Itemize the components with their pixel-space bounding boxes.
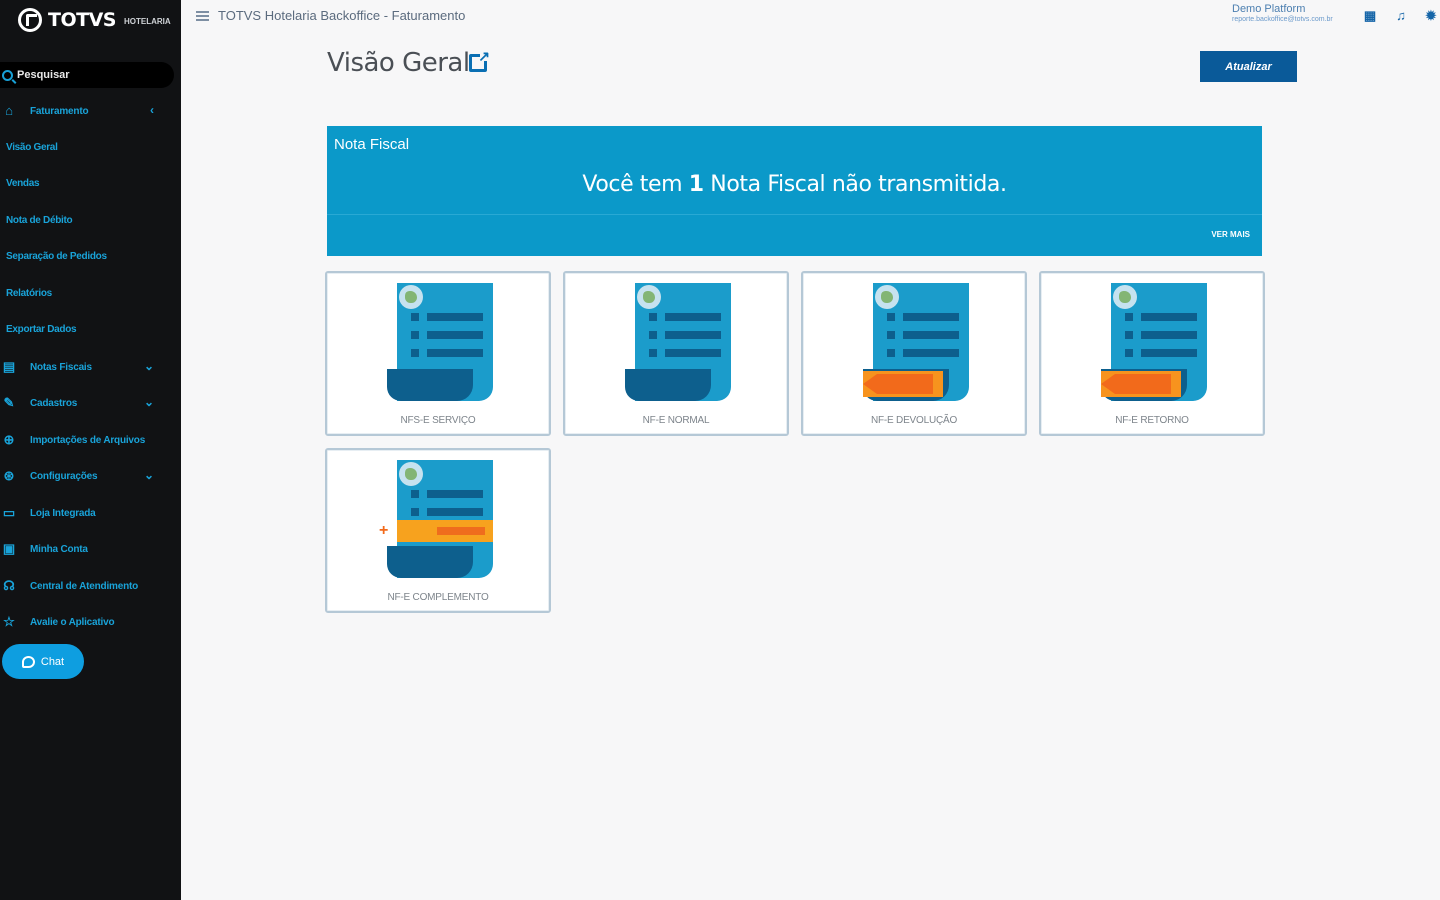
star-icon: ☆ bbox=[3, 614, 15, 629]
card-icon: ▣ bbox=[2, 541, 16, 556]
chevron-down-icon: ⌄ bbox=[143, 359, 154, 373]
search-label: Pesquisar bbox=[17, 69, 70, 81]
logo-subtext: HOTELARIA bbox=[123, 16, 171, 26]
banner-message-prefix: Você tem bbox=[582, 172, 689, 197]
banner-divider bbox=[327, 214, 1262, 215]
invoice-icon: ▤ bbox=[2, 359, 16, 374]
headset-icon: ☊ bbox=[3, 578, 15, 593]
user-email: reporte.backoffice@totvs.com.br bbox=[1232, 16, 1333, 23]
sidebar-item-importacoes[interactable]: ⊕ Importações de Arquivos bbox=[0, 430, 160, 450]
sidebar-item-minha-conta[interactable]: ▣ Minha Conta bbox=[0, 539, 160, 559]
sidebar-subitem-visao-geral[interactable]: Visão Geral bbox=[6, 142, 58, 153]
totvs-logo[interactable]: TOTVS HOTELARIA bbox=[18, 6, 171, 34]
sidebar-item-label: Loja Integrada bbox=[30, 507, 96, 519]
card-label: NF-E COMPLEMENTO bbox=[387, 592, 489, 603]
external-link-icon[interactable] bbox=[469, 48, 490, 72]
card-nfs-e-servico[interactable]: NFS-E SERVIÇO bbox=[325, 271, 551, 436]
sidebar-subitem-exportar-dados[interactable]: Exportar Dados bbox=[6, 324, 77, 335]
sidebar-item-faturamento[interactable]: ⌂ Faturamento ‹ bbox=[0, 101, 160, 121]
sidebar-search[interactable]: Pesquisar bbox=[0, 62, 174, 88]
see-more-link[interactable]: VER MAIS bbox=[1211, 230, 1250, 239]
sidebar-subitem-vendas[interactable]: Vendas bbox=[6, 178, 40, 189]
card-nf-e-complemento[interactable]: + NF-E COMPLEMENTO bbox=[325, 448, 551, 613]
sidebar-item-notas-fiscais[interactable]: ▤ Notas Fiscais ⌄ bbox=[0, 357, 160, 377]
sidebar-subitem-relatorios[interactable]: Relatórios bbox=[6, 288, 52, 299]
banner-message-suffix: Nota Fiscal não transmitida. bbox=[703, 172, 1007, 197]
totvs-logo-icon bbox=[18, 8, 42, 32]
banner-message: Você tem 1 Nota Fiscal não transmitida. bbox=[327, 172, 1262, 197]
sidebar-subitem-nota-de-debito[interactable]: Nota de Débito bbox=[6, 215, 73, 226]
sidebar-item-central-de-atendimento[interactable]: ☊ Central de Atendimento bbox=[0, 576, 160, 596]
refresh-button[interactable]: Atualizar bbox=[1200, 51, 1297, 82]
card-label: NF-E DEVOLUÇÃO bbox=[870, 415, 958, 426]
sidebar-item-configuracoes[interactable]: ⊛ Configurações ⌄ bbox=[0, 466, 160, 486]
banner-title: Nota Fiscal bbox=[334, 136, 410, 153]
edit-icon: ✎ bbox=[3, 395, 15, 410]
sidebar-item-label: Importações de Arquivos bbox=[30, 434, 146, 446]
bell-icon[interactable]: ♫ bbox=[1394, 9, 1408, 23]
sidebar-item-label: Avalie o Aplicativo bbox=[30, 616, 115, 628]
pending-invoice-count: 1 bbox=[688, 172, 704, 197]
sidebar-item-label: Cadastros bbox=[30, 397, 78, 409]
hamburger-menu-icon[interactable] bbox=[196, 11, 209, 21]
settings-icon: ⊛ bbox=[3, 468, 15, 483]
chat-button[interactable]: Chat bbox=[2, 644, 84, 679]
user-profile[interactable]: Demo Platform reporte.backoffice@totvs.c… bbox=[1232, 3, 1333, 23]
home-icon: ⌂ bbox=[5, 103, 13, 118]
chevron-down-icon: ⌄ bbox=[143, 468, 154, 482]
breadcrumb: TOTVS Hotelaria Backoffice - Faturamento bbox=[218, 8, 466, 23]
card-label: NF-E NORMAL bbox=[642, 415, 710, 426]
sidebar-subitem-separacao-de-pedidos[interactable]: Separação de Pedidos bbox=[6, 251, 107, 262]
gear-icon[interactable]: ✹ bbox=[1424, 9, 1438, 23]
sidebar-item-label: Central de Atendimento bbox=[30, 580, 139, 592]
sidebar-item-label: Configurações bbox=[30, 470, 98, 482]
sidebar-item-label: Minha Conta bbox=[30, 543, 88, 555]
card-nf-e-retorno[interactable]: NF-E RETORNO bbox=[1039, 271, 1265, 436]
apps-grid-icon[interactable]: ▦ bbox=[1363, 9, 1377, 23]
logo-text: TOTVS bbox=[48, 9, 116, 31]
card-nf-e-devolucao[interactable]: NF-E DEVOLUÇÃO bbox=[801, 271, 1027, 436]
globe-icon: ⊕ bbox=[3, 432, 15, 447]
chat-label: Chat bbox=[40, 655, 65, 668]
card-label: NFS-E SERVIÇO bbox=[400, 415, 476, 426]
chevron-left-icon: ‹ bbox=[150, 103, 154, 117]
invoice-document-icon bbox=[625, 283, 733, 403]
card-nf-e-normal[interactable]: NF-E NORMAL bbox=[563, 271, 789, 436]
sidebar-item-avalie-o-aplicativo[interactable]: ☆ Avalie o Aplicativo bbox=[0, 612, 160, 632]
chevron-down-icon: ⌄ bbox=[143, 395, 154, 409]
store-icon: ▭ bbox=[2, 505, 16, 520]
invoice-return-icon bbox=[863, 283, 971, 403]
nota-fiscal-banner: Nota Fiscal Você tem 1 Nota Fiscal não t… bbox=[327, 126, 1262, 256]
invoice-return-icon bbox=[1101, 283, 1209, 403]
invoice-document-icon bbox=[387, 283, 495, 403]
user-name: Demo Platform bbox=[1232, 3, 1306, 15]
sidebar-item-label: Faturamento bbox=[30, 105, 89, 117]
search-icon bbox=[2, 69, 13, 81]
page-title: Visão Geral bbox=[327, 48, 470, 78]
sidebar: TOTVS HOTELARIA Pesquisar ⌂ Faturamento … bbox=[0, 0, 181, 900]
card-label: NF-E RETORNO bbox=[1115, 415, 1189, 426]
sidebar-item-cadastros[interactable]: ✎ Cadastros ⌄ bbox=[0, 393, 160, 413]
invoice-complement-icon: + bbox=[379, 460, 495, 580]
sidebar-item-loja-integrada[interactable]: ▭ Loja Integrada bbox=[0, 503, 160, 523]
sidebar-item-label: Notas Fiscais bbox=[30, 361, 92, 373]
chat-bubble-icon bbox=[21, 655, 35, 668]
